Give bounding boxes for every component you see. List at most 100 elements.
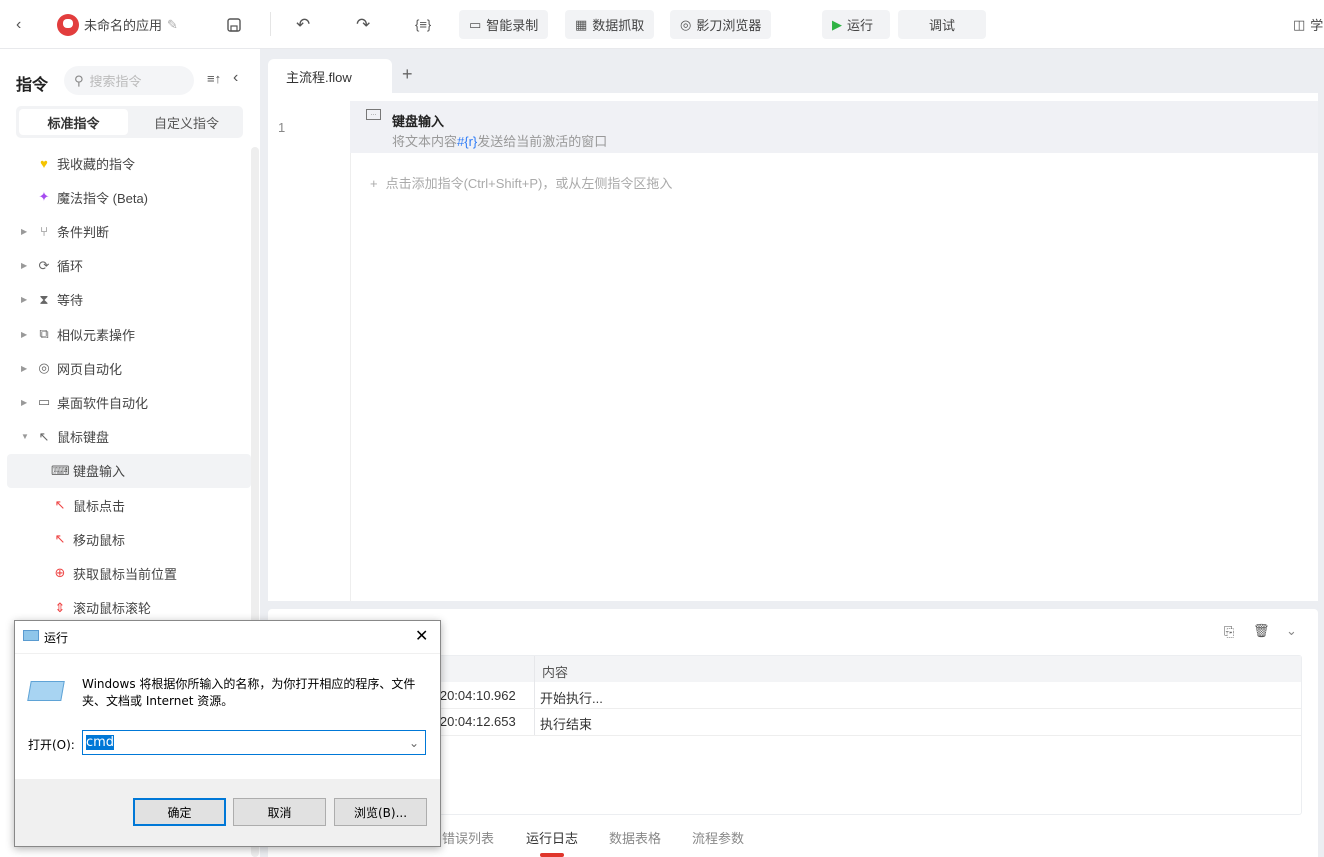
sidebar-item[interactable]: ⊕ 获取鼠标当前位置 [7,556,251,590]
tab-main-flow[interactable]: 主流程.flow [268,59,392,93]
expand-arrow-icon[interactable]: ▶ [21,227,35,236]
video-icon: ▭ [469,16,482,32]
edit-pencil-icon[interactable]: ✎ [167,17,178,33]
keyboard-icon: ··· [366,109,381,120]
open-label: 打开(O): [28,738,75,752]
debug-label: 调试 [928,18,955,33]
expand-arrow-icon[interactable]: ▶ [21,330,35,339]
tab-error-list[interactable]: 错误列表 [442,828,494,847]
expand-arrow-icon[interactable]: ▶ [21,398,35,407]
close-icon[interactable]: ✕ [415,626,428,645]
branch-icon: ⑂ [40,223,48,239]
sidebar-item[interactable]: ♥ 我收藏的指令 [7,146,251,180]
open-input-value: cmd [86,735,115,750]
redo-icon[interactable]: ↷ [356,10,370,39]
mouse-move-icon: ↖ [54,531,66,547]
sidebar-item-label: 鼠标点击 [73,498,126,514]
tab-standard[interactable]: 标准指令 [19,109,128,135]
app-logo-icon [57,13,79,36]
add-tab-icon[interactable]: + [402,64,413,85]
tab-flow-params[interactable]: 流程参数 [692,828,744,847]
open-input[interactable]: cmd ⌄ [82,730,426,755]
dialog-message: Windows 将根据你所输入的名称，为你打开相应的程序、文件夹、文档或 Int… [82,677,416,708]
sidebar-item[interactable]: ▶ ◎ 网页自动化 [7,351,251,385]
sidebar-item-label: 获取鼠标当前位置 [73,566,178,582]
hourglass-icon: ⧗ [39,291,49,307]
sidebar-item[interactable]: ⌨ 键盘输入 [7,453,251,488]
data-scrape-button[interactable]: ▦ 数据抓取 [565,10,655,39]
line-number: 1 [278,120,286,135]
sidebar-item[interactable]: ▶ ▭ 桌面软件自动化 [7,385,251,419]
column-content: 内容 [542,665,569,680]
mouse-position-icon: ⊕ [54,565,66,581]
keyboard-icon: ⌨ [51,462,70,478]
export-log-icon[interactable]: ⎘ [1224,624,1234,640]
sidebar-item-label: 我收藏的指令 [57,156,136,172]
back-icon[interactable]: ‹ [16,10,21,39]
log-content: 开始执行... [540,691,603,706]
step-title: 键盘输入 [392,114,445,129]
step-variable: #{r} [457,134,478,149]
step-description: 将文本内容#{r}发送给当前激活的窗口 [392,131,607,150]
sidebar-item[interactable]: ↖ 移动鼠标 [7,522,251,556]
run-icon [23,630,39,641]
delete-log-icon[interactable]: 🗑 [1253,623,1270,639]
expand-arrow-icon[interactable]: ▶ [21,261,35,270]
sidebar-item[interactable]: ▶ ⧗ 等待 [7,283,251,317]
sidebar-item[interactable]: ✦ 魔法指令 (Beta) [7,180,251,214]
debug-button[interactable]: 调试 [898,10,986,39]
browse-button[interactable]: 浏览(B)... [334,798,427,826]
sidebar-item-label: 键盘输入 [73,464,126,480]
cancel-button[interactable]: 取消 [233,798,326,826]
sidebar-item[interactable]: ▼ ↖ 鼠标键盘 [7,420,251,454]
browser-button[interactable]: ◎ 影刀浏览器 [670,10,772,39]
sidebar-item[interactable]: ↖ 鼠标点击 [7,488,251,522]
sidebar-item-label: 循环 [57,259,84,275]
tab-run-log[interactable]: 运行日志 [526,828,578,847]
run-dialog: 运行 ✕ Windows 将根据你所输入的名称，为你打开相应的程序、文件夹、文档… [14,620,441,847]
expand-arrow-icon[interactable]: ▶ [21,364,35,373]
smart-record-button[interactable]: ▭ 智能录制 [459,10,549,39]
sidebar-item-label: 条件判断 [57,224,110,240]
log-content: 执行结束 [540,717,593,732]
sidebar-item[interactable]: ▶ ⑂ 条件判断 [7,214,251,248]
expand-arrow-icon[interactable]: ▶ [21,295,35,304]
sidebar-title: 指令 [16,77,49,94]
browser-label: 影刀浏览器 [696,18,762,33]
dropdown-chevron-icon[interactable]: ⌄ [409,736,419,750]
app-name[interactable]: 未命名的应用 [84,15,162,34]
log-time: 9 20:04:10.962 [429,688,516,703]
plus-icon: + [370,176,378,191]
variables-icon[interactable]: {≡} [415,10,431,39]
search-input[interactable]: ⚲ 搜索指令 [64,66,194,95]
sidebar-item-label: 鼠标键盘 [57,430,110,446]
sparkle-icon: ✦ [38,189,50,205]
learn-button[interactable]: ◫ 学 [1293,10,1323,39]
ok-button[interactable]: 确定 [133,798,226,826]
chevron-down-icon[interactable]: ⌄ [1286,623,1297,639]
expand-arrow-icon[interactable]: ▼ [21,432,35,441]
sidebar-item-label: 魔法指令 (Beta) [57,190,149,206]
save-icon[interactable] [226,10,242,39]
sidebar-item[interactable]: ▶ ⟳ 循环 [7,249,251,283]
sidebar-item-label: 相似元素操作 [57,327,136,343]
browser-icon: ◎ [38,360,50,376]
search-icon: ⚲ [74,72,84,88]
collapse-icon[interactable]: ‹ [233,69,238,87]
log-time: 9 20:04:12.653 [429,714,516,729]
sort-icon[interactable]: ≡↑ [207,71,221,86]
flow-step[interactable]: ··· 键盘输入 将文本内容#{r}发送给当前激活的窗口 [350,101,1318,153]
run-button[interactable]: ▶ 运行 [822,10,890,39]
tab-data-table[interactable]: 数据表格 [609,828,661,847]
tab-custom[interactable]: 自定义指令 [132,109,241,135]
sidebar-item[interactable]: ▶ ⧉ 相似元素操作 [7,317,251,351]
table-icon: ▦ [575,16,588,32]
play-icon: ▶ [832,16,842,32]
sidebar-item-label: 滚动鼠标滚轮 [73,601,152,617]
add-command-hint[interactable]: + 点击添加指令(Ctrl+Shift+P)，或从左侧指令区拖入 [370,173,672,192]
add-hint-text: 点击添加指令(Ctrl+Shift+P)，或从左侧指令区拖入 [385,176,673,191]
mouse-click-icon: ↖ [54,497,66,512]
undo-icon[interactable]: ↶ [296,10,310,39]
heart-icon: ♥ [40,155,48,171]
sidebar-item-label: 桌面软件自动化 [57,395,149,411]
